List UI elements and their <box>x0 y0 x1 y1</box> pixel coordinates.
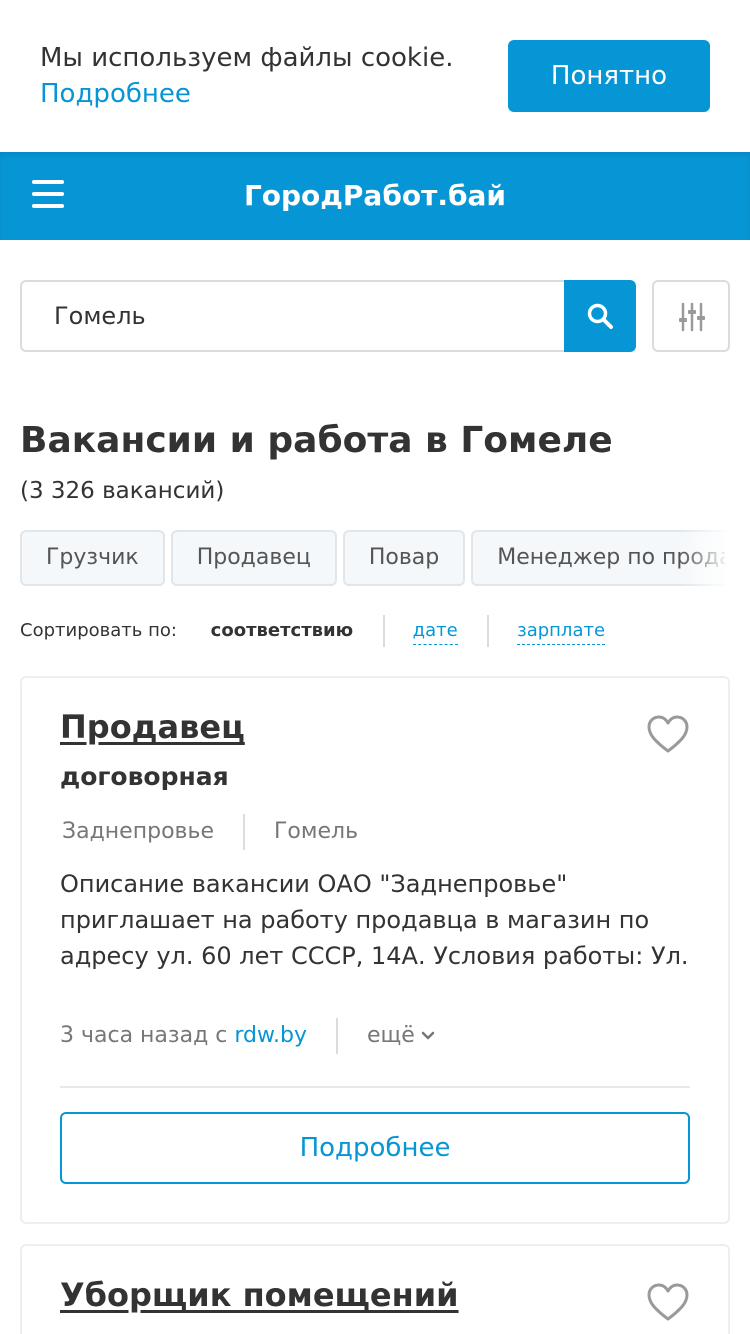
job-meta: Заднепровье Гомель <box>62 814 358 850</box>
job-salary: договорная <box>60 762 229 791</box>
search-icon <box>587 303 613 329</box>
job-more-label: ещё <box>366 1023 415 1048</box>
job-card: Продавец договорная Заднепровье Гомель О… <box>20 676 730 1224</box>
chevron-down-icon <box>421 1031 435 1040</box>
cookie-accept-button[interactable]: Понятно <box>508 40 710 112</box>
job-description: Описание вакансии ОАО "Заднепровье" приг… <box>60 870 689 970</box>
job-card: Уборщик помещений <box>20 1244 730 1334</box>
sort-by-salary[interactable]: зарплате <box>517 618 606 645</box>
tag-item[interactable]: Продавец <box>170 530 337 586</box>
vacancy-count: (3 326 вакансий) <box>20 478 225 504</box>
tags-fade <box>680 530 730 586</box>
cookie-more-link[interactable]: Подробнее <box>40 76 480 112</box>
job-title-link[interactable]: Продавец <box>60 708 245 746</box>
filter-sliders-icon <box>679 302 705 332</box>
sort-by-date[interactable]: дате <box>412 618 458 645</box>
site-logo[interactable]: ГородРабот.бай <box>0 152 750 240</box>
cookie-message: Мы используем файлы cookie. Подробнее <box>40 40 480 112</box>
job-footer: 3 часа назад с rdw.by ещё <box>60 1018 435 1054</box>
sort-relevance[interactable]: соответствию <box>211 614 353 648</box>
tag-list: ГрузчикПродавецПоварМенеджер по продажам <box>20 530 725 586</box>
tag-item[interactable]: Грузчик <box>20 530 165 586</box>
job-more-toggle[interactable]: ещё <box>367 1018 435 1054</box>
job-time: 3 часа назад с rdw.by <box>60 1018 307 1054</box>
sort-bar: Сортировать по: соответствию дате зарпла… <box>20 614 629 648</box>
job-time-text: 3 часа назад с <box>60 1023 235 1048</box>
search-input[interactable] <box>20 280 566 352</box>
job-title-link[interactable]: Уборщик помещений <box>60 1276 459 1314</box>
job-company: Заднепровье <box>62 819 214 844</box>
cookie-banner: Мы используем файлы cookie. Подробнее По… <box>0 0 750 152</box>
heart-icon[interactable] <box>646 1282 690 1322</box>
filter-button[interactable] <box>652 280 730 352</box>
tag-item[interactable]: Повар <box>342 530 466 586</box>
card-divider <box>60 1086 690 1088</box>
sort-divider <box>382 615 385 647</box>
sort-divider <box>487 615 490 647</box>
footer-divider <box>335 1018 338 1054</box>
search-button[interactable] <box>564 280 636 352</box>
job-source-link[interactable]: rdw.by <box>234 1023 307 1048</box>
job-city: Гомель <box>274 819 359 844</box>
cookie-text: Мы используем файлы cookie. <box>40 43 454 73</box>
heart-icon[interactable] <box>646 714 690 754</box>
site-header: ГородРабот.бай <box>0 152 750 240</box>
details-button[interactable]: Подробнее <box>60 1112 690 1184</box>
page-title: Вакансии и работа в Гомеле <box>20 420 613 461</box>
sort-label: Сортировать по: <box>20 620 177 641</box>
meta-divider <box>243 814 245 850</box>
